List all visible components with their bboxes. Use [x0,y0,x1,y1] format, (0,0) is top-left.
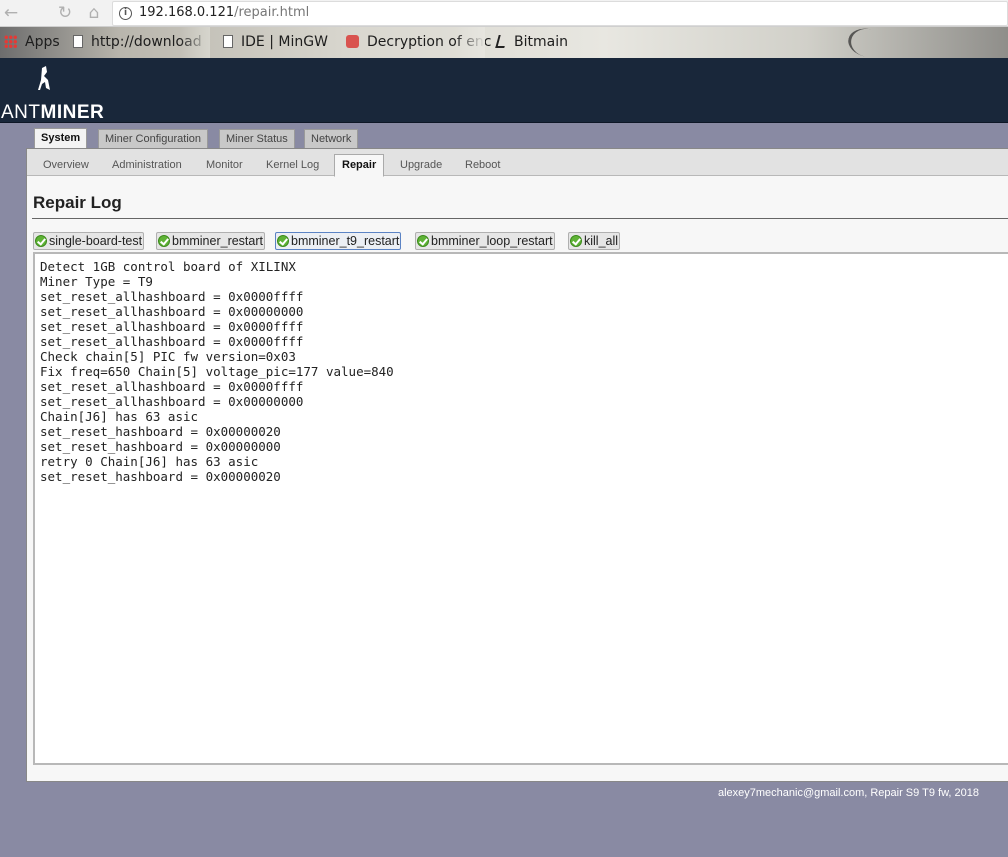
reload-icon[interactable]: ↻ [54,3,76,23]
back-icon[interactable]: ← [0,3,22,23]
bmminer-t9-restart-button[interactable]: bmminer_t9_restart [275,232,402,250]
footer-credit: alexey7mechanic@gmail.com, Repair S9 T9 … [717,787,979,799]
tab-network[interactable]: Network [304,129,359,149]
apps-grid-icon [4,35,17,48]
home-icon[interactable]: ⌂ [83,3,105,23]
title-divider [32,218,1008,219]
subtab-administration[interactable]: Administration [105,155,189,176]
tab-miner-configuration[interactable]: Miner Configuration [98,129,208,149]
repair-log-output[interactable]: Detect 1GB control board of XILINX Miner… [33,252,1008,765]
log-text: Detect 1GB control board of XILINX Miner… [40,259,394,484]
check-icon [417,235,429,247]
antminer-header: ANTMINER [0,58,1008,123]
main-tabs: System Miner Configuration Miner Status … [27,123,1008,150]
info-icon[interactable]: i [119,7,132,20]
subtab-monitor[interactable]: Monitor [199,155,250,176]
subtab-repair[interactable]: Repair [334,154,385,177]
subtab-kernel-log[interactable]: Kernel Log [259,155,326,176]
tab-system[interactable]: System [34,128,88,150]
single-board-test-button[interactable]: single-board-test [33,232,145,250]
page-icon [223,35,233,48]
antminer-icon [495,35,508,48]
page-title: Repair Log [33,193,122,212]
bookmarks-bar: Apps http://download IDE | MinGW Decrypt… [0,27,1008,58]
check-icon [35,235,47,247]
bmminer-loop-restart-button[interactable]: bmminer_loop_restart [415,232,555,250]
logo-text: ANTMINER [1,102,105,123]
browser-toolbar: ← ↻ ⌂ i 192.168.0.121/repair.html [0,0,1008,27]
background-decoration [845,27,891,58]
bmminer-restart-button[interactable]: bmminer_restart [156,232,265,250]
subtab-upgrade[interactable]: Upgrade [393,155,449,176]
check-icon [277,235,289,247]
subtab-reboot[interactable]: Reboot [458,155,507,176]
sub-tabs: Overview Administration Monitor Kernel L… [27,149,1008,177]
page-icon [346,35,359,48]
main-panel: Overview Administration Monitor Kernel L… [26,148,1008,782]
bookmark-apps[interactable]: Apps [4,34,60,50]
address-bar[interactable]: i 192.168.0.121/repair.html [112,1,1008,26]
check-icon [158,235,170,247]
url-text: 192.168.0.121/repair.html [139,5,310,20]
check-icon [570,235,582,247]
bookmark-bitmain[interactable]: Bitmain [495,34,568,50]
kill-all-button[interactable]: kill_all [568,232,621,250]
page-icon [73,35,83,48]
antminer-logo: ANTMINER [0,66,104,123]
tab-miner-status[interactable]: Miner Status [219,129,295,149]
bookmark-ide-mingw[interactable]: IDE | MinGW [223,34,328,50]
subtab-overview[interactable]: Overview [36,155,96,176]
antminer-logo-icon [38,66,50,90]
